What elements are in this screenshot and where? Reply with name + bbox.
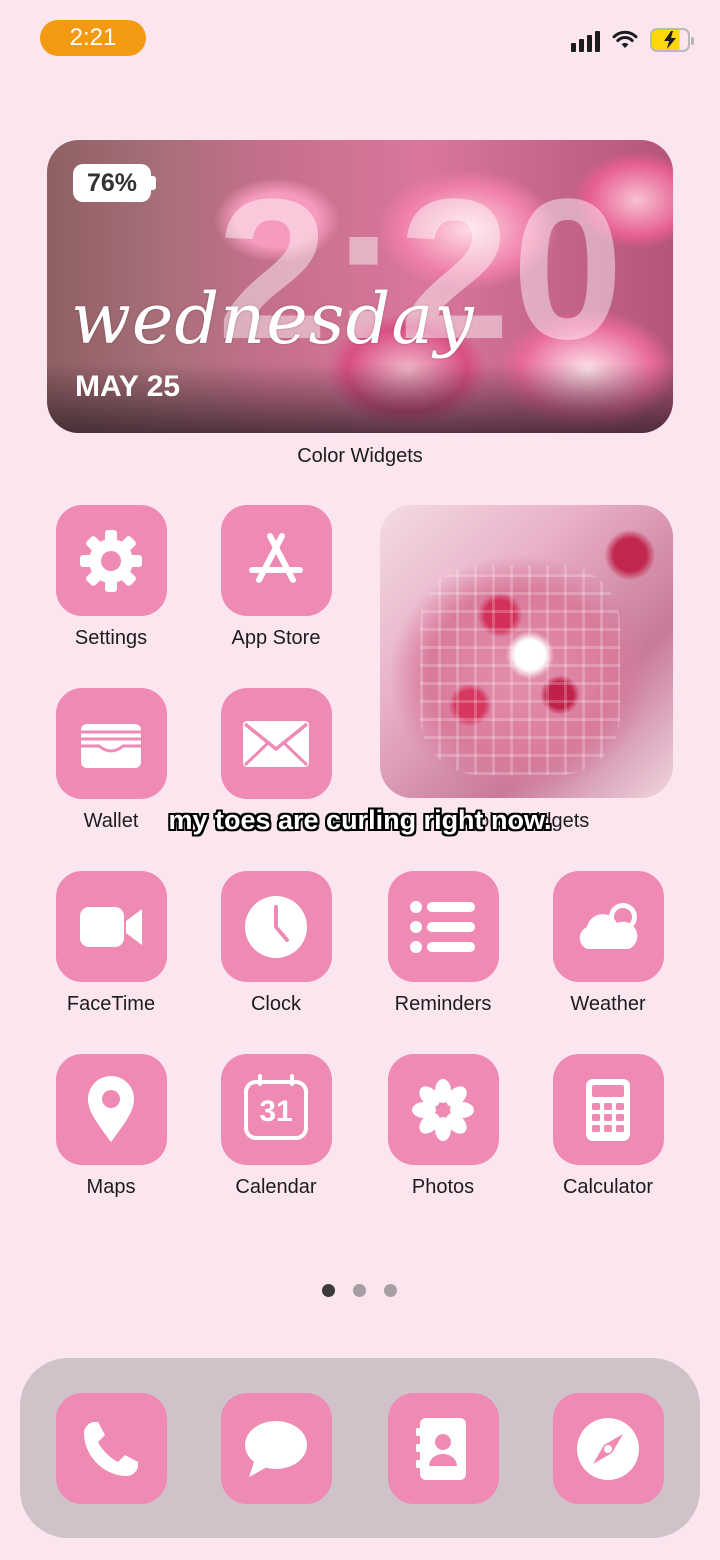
app-maps[interactable]: Maps bbox=[41, 1054, 181, 1199]
app-weather[interactable]: Weather bbox=[538, 871, 678, 1016]
wallet-tile[interactable] bbox=[55, 688, 167, 799]
phone-icon bbox=[84, 1421, 138, 1476]
reminders-tile[interactable] bbox=[387, 871, 499, 982]
contacts-tile[interactable] bbox=[387, 1393, 499, 1504]
app-reminders[interactable]: Reminders bbox=[373, 871, 513, 1016]
app-label: Calculator bbox=[562, 1176, 654, 1198]
app-store-icon bbox=[249, 532, 303, 583]
widget-battery-badge: 76% bbox=[73, 164, 157, 202]
app-label: Weather bbox=[570, 993, 646, 1015]
page-indicator[interactable] bbox=[322, 1284, 397, 1297]
widget-weekday: wednesday bbox=[71, 278, 475, 360]
page-dot[interactable] bbox=[384, 1284, 397, 1297]
app-label: Calendar bbox=[235, 1176, 317, 1198]
photo-texture bbox=[420, 565, 620, 775]
app-label: App Store bbox=[231, 627, 321, 649]
app-store-tile[interactable] bbox=[220, 505, 332, 616]
calculator-icon bbox=[586, 1078, 630, 1141]
video-camera-icon bbox=[80, 906, 142, 947]
app-label: Maps bbox=[86, 1176, 136, 1198]
video-caption: my toes are curling right now. bbox=[168, 805, 552, 835]
page-dot[interactable] bbox=[353, 1284, 366, 1297]
clock-icon bbox=[245, 895, 307, 958]
app-calendar[interactable]: 31 Calendar bbox=[206, 1054, 346, 1199]
dock-contacts[interactable] bbox=[373, 1393, 513, 1504]
app-settings[interactable]: Settings bbox=[41, 505, 181, 650]
calculator-tile[interactable] bbox=[552, 1054, 664, 1165]
status-indicators bbox=[571, 28, 694, 52]
message-bubble-icon bbox=[245, 1420, 307, 1477]
clock-tile[interactable] bbox=[220, 871, 332, 982]
dock-phone[interactable] bbox=[41, 1393, 181, 1504]
widget-date: MAY 25 bbox=[75, 370, 181, 403]
app-label: Clock bbox=[250, 993, 301, 1015]
list-icon bbox=[410, 900, 475, 953]
color-widget-clock[interactable]: 2:20 76% wednesday MAY 25 bbox=[47, 140, 673, 433]
app-label: Settings bbox=[74, 627, 148, 649]
calendar-tile[interactable]: 31 bbox=[220, 1054, 332, 1165]
app-label: Wallet bbox=[83, 810, 139, 832]
status-time: 2:21 bbox=[40, 20, 146, 56]
app-label: Photos bbox=[411, 1176, 475, 1198]
app-label: FaceTime bbox=[66, 993, 156, 1015]
settings-tile[interactable] bbox=[55, 505, 167, 616]
facetime-tile[interactable] bbox=[55, 871, 167, 982]
weather-tile[interactable] bbox=[552, 871, 664, 982]
dock-safari[interactable] bbox=[538, 1393, 678, 1504]
app-app-store[interactable]: App Store bbox=[206, 505, 346, 650]
maps-tile[interactable] bbox=[55, 1054, 167, 1165]
photo-widget[interactable] bbox=[380, 505, 673, 798]
map-pin-icon bbox=[88, 1075, 134, 1142]
app-facetime[interactable]: FaceTime bbox=[41, 871, 181, 1016]
mail-tile[interactable] bbox=[220, 688, 332, 799]
cellular-signal-icon bbox=[571, 28, 600, 52]
phone-tile[interactable] bbox=[55, 1393, 167, 1504]
app-mail[interactable] bbox=[206, 688, 346, 799]
page-dot-active[interactable] bbox=[322, 1284, 335, 1297]
calendar-day: 31 bbox=[259, 1094, 293, 1128]
mail-icon bbox=[243, 720, 309, 767]
app-photos[interactable]: Photos bbox=[373, 1054, 513, 1199]
safari-tile[interactable] bbox=[552, 1393, 664, 1504]
widget-label: Color Widgets bbox=[297, 445, 423, 467]
photos-tile[interactable] bbox=[387, 1054, 499, 1165]
flower-icon bbox=[412, 1078, 474, 1141]
cloud-sun-icon bbox=[579, 902, 638, 949]
dock-messages[interactable] bbox=[206, 1393, 346, 1504]
battery-icon bbox=[650, 28, 694, 52]
wifi-icon bbox=[612, 30, 638, 48]
messages-tile[interactable] bbox=[220, 1393, 332, 1504]
contact-icon bbox=[416, 1417, 466, 1480]
gear-icon bbox=[80, 529, 142, 592]
app-label: Reminders bbox=[394, 993, 492, 1015]
compass-icon bbox=[577, 1417, 639, 1480]
app-calculator[interactable]: Calculator bbox=[538, 1054, 678, 1199]
wallet-icon bbox=[81, 723, 141, 768]
app-clock[interactable]: Clock bbox=[206, 871, 346, 1016]
calendar-icon: 31 bbox=[244, 1073, 308, 1140]
